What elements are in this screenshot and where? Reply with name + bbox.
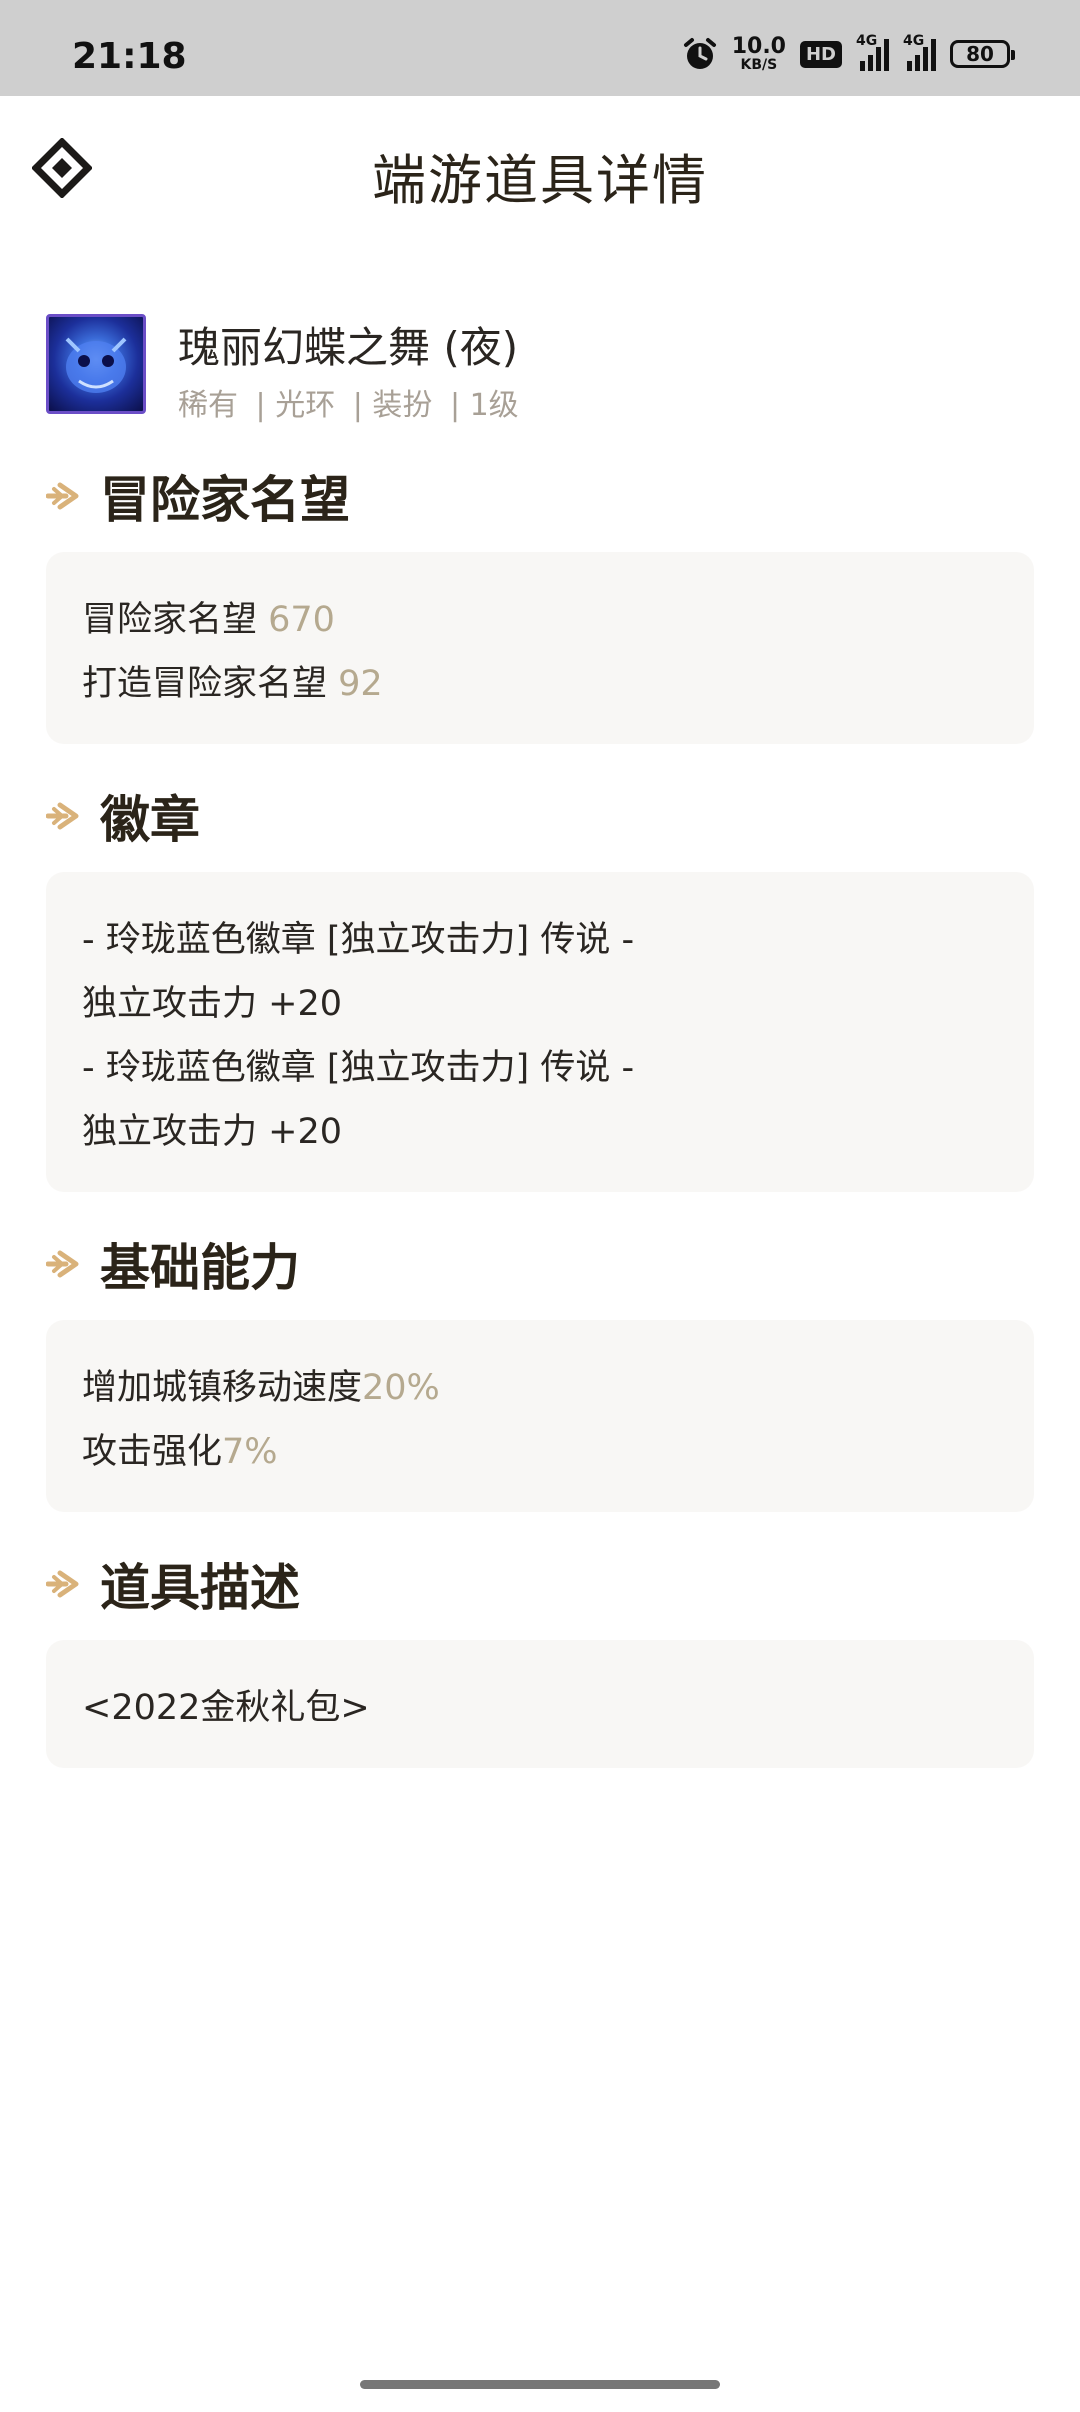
emblem-line: 独立攻击力 +20 <box>82 984 342 1024</box>
item-thumbnail <box>46 314 146 414</box>
item-tag: 稀有 <box>178 388 238 423</box>
stat-label: 增加城镇移动速度 <box>82 1368 363 1408</box>
section-title-text: 道具描述 <box>100 1559 300 1617</box>
stat-label: 冒险家名望 <box>82 600 269 640</box>
network-speed-value: 10.0 <box>731 34 786 59</box>
sim1-network-tag: 4G <box>856 33 878 49</box>
stat-value: 20% <box>362 1368 440 1408</box>
battery-icon: 80 <box>950 40 1015 68</box>
item-tag: | 1级 <box>449 388 519 423</box>
signal-icon: 4G <box>856 33 889 71</box>
home-indicator[interactable] <box>360 2380 720 2389</box>
description-line: <2022金秋礼包> <box>82 1688 370 1728</box>
emblem-line: - 玲珑蓝色徽章 [独立攻击力] 传说 - <box>82 920 635 960</box>
basic-ability-card: 增加城镇移动速度20% 攻击强化7% <box>46 1320 1034 1512</box>
section-title-emblem: 徽章 <box>45 786 200 849</box>
network-speed: 10.0 KB/S <box>731 34 786 73</box>
section-title-text: 基础能力 <box>100 1239 300 1297</box>
reputation-card: 冒险家名望 670 打造冒险家名望 92 <box>46 552 1034 744</box>
signal-icon: 4G <box>903 33 936 71</box>
description-card: <2022金秋礼包> <box>46 1640 1034 1768</box>
stat-label: 打造冒险家名望 <box>82 664 339 704</box>
stat-line: 打造冒险家名望 92 <box>82 652 998 716</box>
stat-value: 92 <box>338 664 383 704</box>
item-tags: 稀有 | 光环 | 装扮 | 1级 <box>178 380 527 424</box>
network-speed-unit: KB/S <box>740 57 778 73</box>
status-icons: 10.0 KB/S HD 4G 4G 80 <box>682 33 1015 74</box>
item-summary: 瑰丽幻蝶之舞 (夜) 稀有 | 光环 | 装扮 | 1级 <box>46 314 1036 424</box>
arrow-right-icon <box>45 797 84 835</box>
section-title-text: 冒险家名望 <box>100 471 350 529</box>
stat-line: 冒险家名望 670 <box>82 588 998 652</box>
emblem-line: - 玲珑蓝色徽章 [独立攻击力] 传说 - <box>82 1048 635 1088</box>
item-name: 瑰丽幻蝶之舞 (夜) <box>178 323 519 372</box>
page-title: 端游道具详情 <box>372 149 708 212</box>
section-title-text: 徽章 <box>100 791 200 849</box>
arrow-right-icon <box>45 1565 84 1603</box>
header: 端游道具详情 <box>0 96 1080 246</box>
section-title-basic: 基础能力 <box>45 1234 300 1297</box>
arrow-right-icon <box>45 1245 84 1283</box>
section-title-reputation: 冒险家名望 <box>45 466 350 529</box>
status-bar: 21:18 10.0 KB/S HD 4G 4G 80 <box>0 0 1080 96</box>
emblem-card: - 玲珑蓝色徽章 [独立攻击力] 传说 - 独立攻击力 +20 - 玲珑蓝色徽章… <box>46 872 1034 1192</box>
arrow-right-icon <box>45 477 84 515</box>
stat-label: 攻击强化 <box>82 1432 223 1472</box>
stat-line: 攻击强化7% <box>82 1420 998 1484</box>
stat-value: 670 <box>268 600 335 640</box>
sim2-network-tag: 4G <box>903 33 925 49</box>
alarm-icon <box>682 36 718 72</box>
stat-value: 7% <box>222 1432 278 1472</box>
status-time: 21:18 <box>72 36 187 77</box>
emblem-line: 独立攻击力 +20 <box>82 1112 342 1152</box>
hd-icon: HD <box>799 40 842 68</box>
stat-line: 增加城镇移动速度20% <box>82 1356 998 1420</box>
section-title-description: 道具描述 <box>45 1554 300 1617</box>
item-tag: | 装扮 <box>352 388 433 423</box>
item-tag: | 光环 <box>255 388 336 423</box>
